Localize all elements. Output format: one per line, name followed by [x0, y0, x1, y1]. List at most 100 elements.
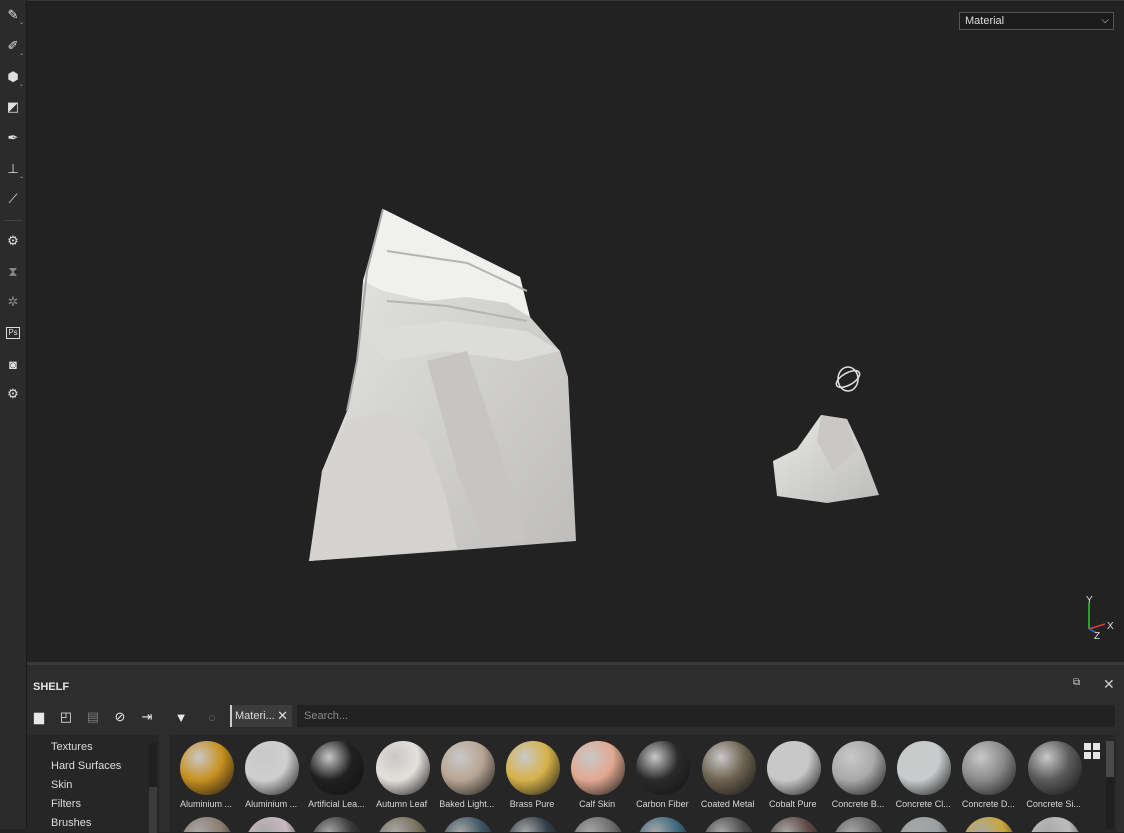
material-preview-sphere[interactable]: [441, 817, 494, 832]
float-window-icon[interactable]: ⧉: [1073, 677, 1080, 688]
new-item-icon[interactable]: ◰: [55, 707, 77, 727]
material-preview-sphere[interactable]: [766, 741, 821, 795]
material-preview-sphere[interactable]: [702, 817, 755, 832]
material-label: Coated Metal: [700, 799, 755, 809]
material-preview-sphere[interactable]: [181, 817, 233, 832]
large-rock-model[interactable]: [309, 208, 576, 561]
category-brushes[interactable]: Brushes: [51, 817, 91, 829]
category-scrollbar[interactable]: [149, 743, 157, 833]
axis-x-label: X: [1107, 621, 1114, 632]
axis-gizmo: Y X Z: [1086, 595, 1114, 641]
material-preview-sphere[interactable]: [963, 817, 1016, 832]
polygon-fill-icon[interactable]: ◩: [0, 95, 26, 119]
material-preview-sphere[interactable]: [180, 741, 234, 795]
material-label: Brass Pure: [509, 799, 555, 809]
material-preview-sphere[interactable]: [440, 741, 495, 795]
chevron-down-icon: ⌄: [18, 82, 24, 88]
hourglass-icon[interactable]: ⧗: [0, 260, 26, 284]
gizmo-icon[interactable]: [834, 366, 863, 392]
material-preview-sphere[interactable]: [832, 741, 886, 795]
shelf-panel: SHELF ⧉ ✕ ▆ ◰ ▤ ⊘ ⇥ ▼ ○ Materi... ✕ Text…: [27, 662, 1124, 833]
material-preview-sphere[interactable]: [1028, 817, 1081, 832]
bake-icon[interactable]: ⚙: [0, 229, 26, 253]
material-preview-sphere[interactable]: [962, 741, 1017, 795]
material-preview-sphere[interactable]: [572, 817, 625, 832]
material-label: Carbon Fiber: [636, 799, 689, 809]
folder-icon[interactable]: ▆: [28, 707, 50, 727]
remove-filter-icon[interactable]: ✕: [277, 705, 288, 727]
category-scroll-thumb[interactable]: [149, 787, 157, 833]
scene-canvas[interactable]: [27, 1, 1124, 661]
material-preview-sphere[interactable]: [701, 741, 756, 795]
material-label: Baked Light...: [439, 799, 495, 809]
plugin-icon[interactable]: ✲: [0, 290, 26, 314]
material-filter-chip[interactable]: Materi... ✕: [230, 705, 292, 727]
material-preview-sphere[interactable]: [506, 741, 560, 795]
paint-brush-icon[interactable]: ✎ ⌄: [0, 3, 26, 27]
category-hard-surfaces[interactable]: Hard Surfaces: [51, 760, 121, 772]
material-preview-sphere[interactable]: [246, 817, 299, 832]
material-preview-sphere[interactable]: [1027, 741, 1082, 795]
filter-icon[interactable]: ▼: [170, 707, 192, 727]
search-input[interactable]: [297, 705, 1115, 727]
material-label: Artificial Lea...: [308, 799, 365, 809]
material-label: Autumn Leaf: [376, 799, 428, 809]
filter-chip-label: Materi...: [235, 710, 275, 722]
smudge-icon[interactable]: ✒: [0, 126, 26, 150]
material-preview-sphere[interactable]: [310, 741, 365, 795]
material-label: Calf Skin: [579, 799, 616, 809]
category-filters[interactable]: Filters: [51, 798, 81, 810]
category-skin[interactable]: Skin: [51, 779, 72, 791]
material-preview-sphere[interactable]: [833, 817, 885, 832]
toolbar-divider: [4, 220, 22, 221]
material-preview-sphere[interactable]: [375, 741, 430, 795]
category-textures[interactable]: Textures: [51, 741, 93, 753]
material-grid: Aluminium ... Aluminium ... Artificial Lea…: [170, 735, 1116, 832]
material-scroll-thumb[interactable]: [1106, 741, 1114, 777]
close-icon[interactable]: ✕: [1103, 676, 1115, 693]
settings-icon[interactable]: ⚙: [0, 382, 26, 406]
left-toolbar: ✎ ⌄ ✐ ⌄ ⬢ ⌄ ◩ ✒ ⊥ ⌄ ⟋ ⚙ ⧗ ✲ Ps ◙ ⚙: [0, 0, 27, 829]
material-label: Concrete Cl...: [895, 799, 951, 809]
refresh-icon[interactable]: ○: [201, 707, 223, 727]
material-preview-sphere[interactable]: [637, 817, 690, 832]
export-icon[interactable]: ⇥: [136, 707, 158, 727]
save-icon[interactable]: ▤: [82, 707, 104, 727]
display-mode-select[interactable]: Material ⌵: [959, 12, 1114, 30]
shelf-title: SHELF: [33, 681, 70, 693]
render-icon[interactable]: ◙: [0, 352, 26, 376]
material-label: Cobalt Pure: [769, 799, 817, 809]
photoshop-label: Ps: [6, 327, 20, 339]
material-preview-sphere[interactable]: [636, 741, 691, 795]
chevron-down-icon: ⌄: [18, 174, 24, 180]
projection-icon[interactable]: ⬢ ⌄: [0, 65, 26, 89]
chevron-down-icon: ⌵: [1101, 15, 1109, 26]
material-label: Aluminium ...: [245, 799, 298, 809]
material-preview-sphere[interactable]: [571, 741, 626, 795]
hide-icon[interactable]: ⊘: [109, 707, 131, 727]
chevron-down-icon: ⌄: [18, 51, 24, 57]
material-preview-sphere[interactable]: [245, 741, 300, 795]
clone-stamp-icon[interactable]: ⊥ ⌄: [0, 157, 26, 181]
material-preview-sphere[interactable]: [767, 817, 820, 832]
small-rock-model[interactable]: [773, 415, 879, 503]
material-preview-sphere[interactable]: [897, 741, 952, 795]
photoshop-icon[interactable]: Ps: [0, 321, 26, 345]
eraser-icon[interactable]: ✐ ⌄: [0, 34, 26, 58]
material-preview-sphere[interactable]: [507, 817, 559, 832]
material-scrollbar[interactable]: [1106, 741, 1114, 829]
grid-view-icon[interactable]: [1084, 743, 1100, 759]
color-picker-icon[interactable]: ⟋: [0, 187, 26, 211]
axis-z-label: Z: [1094, 631, 1100, 641]
material-label: Concrete Si...: [1026, 799, 1081, 809]
material-preview-sphere[interactable]: [898, 817, 951, 832]
material-label: Aluminium ...: [179, 799, 232, 809]
display-mode-value: Material: [965, 15, 1005, 27]
material-preview-sphere[interactable]: [311, 817, 364, 832]
chevron-down-icon: ⌄: [18, 20, 24, 26]
3d-viewport[interactable]: Material ⌵ Y X Z: [27, 0, 1124, 661]
material-label: Concrete D...: [961, 799, 1015, 809]
material-preview-sphere[interactable]: [376, 817, 429, 832]
axis-y-label: Y: [1086, 595, 1093, 606]
category-list: Textures Hard Surfaces Skin Filters Brus…: [27, 735, 159, 833]
